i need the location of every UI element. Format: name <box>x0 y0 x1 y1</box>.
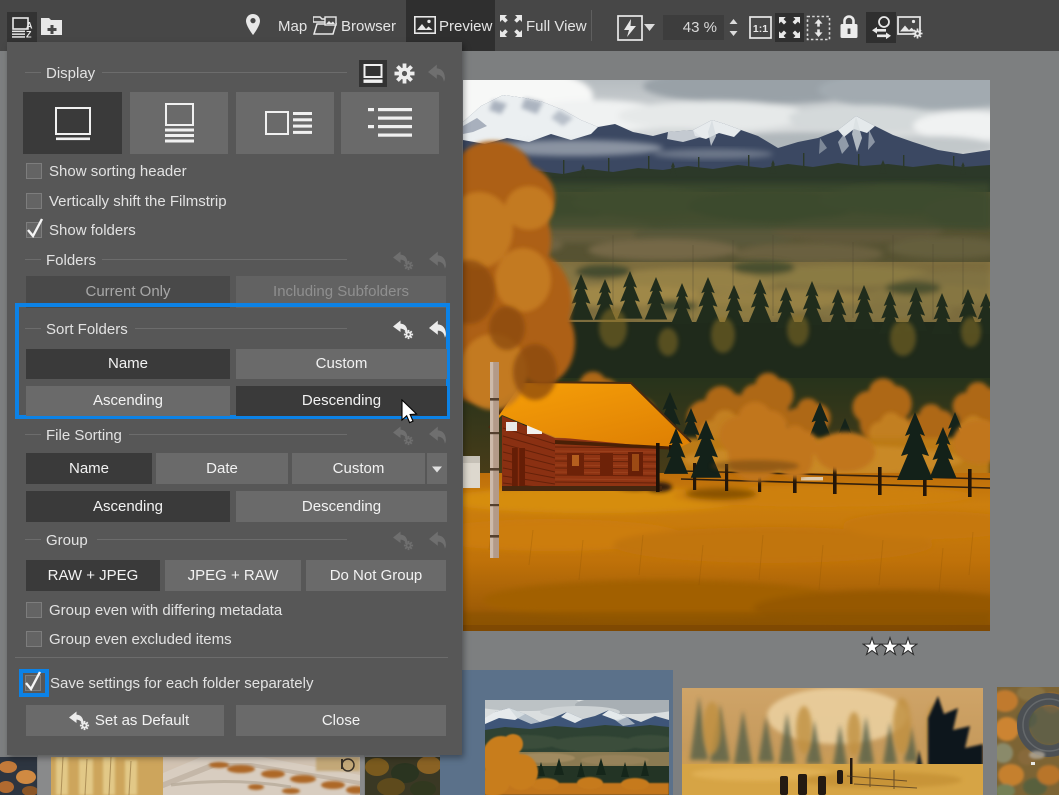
svg-text:1:1: 1:1 <box>753 23 768 35</box>
svg-text:Z: Z <box>26 30 32 40</box>
